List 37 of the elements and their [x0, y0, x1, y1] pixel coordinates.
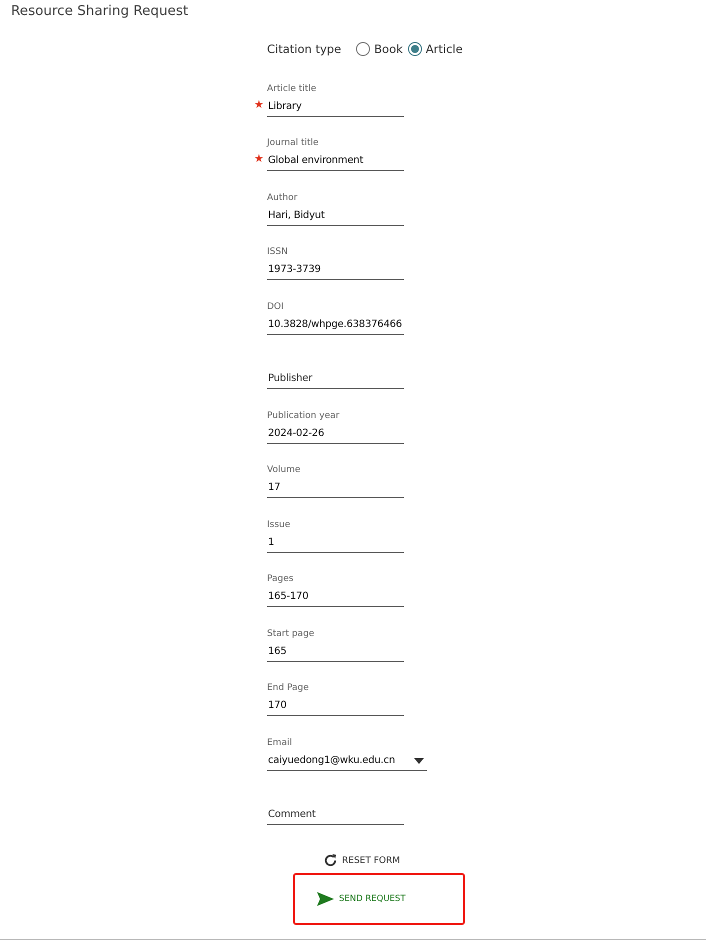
field-label: Author — [267, 192, 298, 204]
input-field[interactable]: 17 — [267, 478, 404, 498]
citation-type-label: Citation type — [267, 42, 342, 56]
refresh-icon — [323, 853, 338, 868]
field-label: Journal title — [267, 138, 320, 150]
field-label: Issue — [267, 520, 292, 532]
email-select[interactable]: caiyuedong1@wku.edu.cn — [267, 750, 427, 770]
input-field[interactable]: 10.3828/whpge.638376466 — [267, 314, 404, 334]
send-icon — [317, 892, 334, 906]
input-field[interactable]: Comment — [267, 805, 404, 825]
caret-icon — [414, 758, 424, 764]
field-label: Pages — [267, 574, 294, 586]
input-field[interactable]: Publisher — [267, 369, 404, 389]
input-field[interactable]: 2024-02-26 — [267, 424, 404, 444]
field-label: Article title — [267, 84, 318, 96]
page-title: Resource Sharing Request — [10, 2, 190, 21]
input-field[interactable]: 1 — [267, 532, 404, 552]
input-field[interactable]: Library — [267, 96, 404, 116]
field-label: ISSN — [267, 247, 289, 259]
field-label: Publication year — [267, 410, 340, 422]
field-label: DOI — [267, 302, 285, 314]
required-mark: ★ — [254, 98, 264, 110]
required-mark: ★ — [254, 152, 264, 165]
input-field[interactable]: 170 — [267, 696, 404, 716]
input-field[interactable]: 165-170 — [267, 587, 404, 607]
field-label: End Page — [267, 683, 310, 695]
field-label: Volume — [267, 465, 302, 477]
reset-button[interactable]: RESET FORM — [321, 851, 402, 870]
radio-option[interactable]: Article — [408, 42, 463, 56]
field-label: Email — [267, 738, 293, 750]
input-field[interactable]: 1973-3739 — [267, 260, 404, 280]
input-field[interactable]: Hari, Bidyut — [267, 206, 404, 226]
input-field[interactable]: Global environment — [267, 151, 404, 171]
radio-option[interactable]: Book — [356, 42, 403, 56]
send-request-button[interactable]: SEND REQUEST — [315, 890, 408, 908]
field-label: Start page — [267, 628, 316, 640]
input-field[interactable]: 165 — [267, 642, 404, 662]
